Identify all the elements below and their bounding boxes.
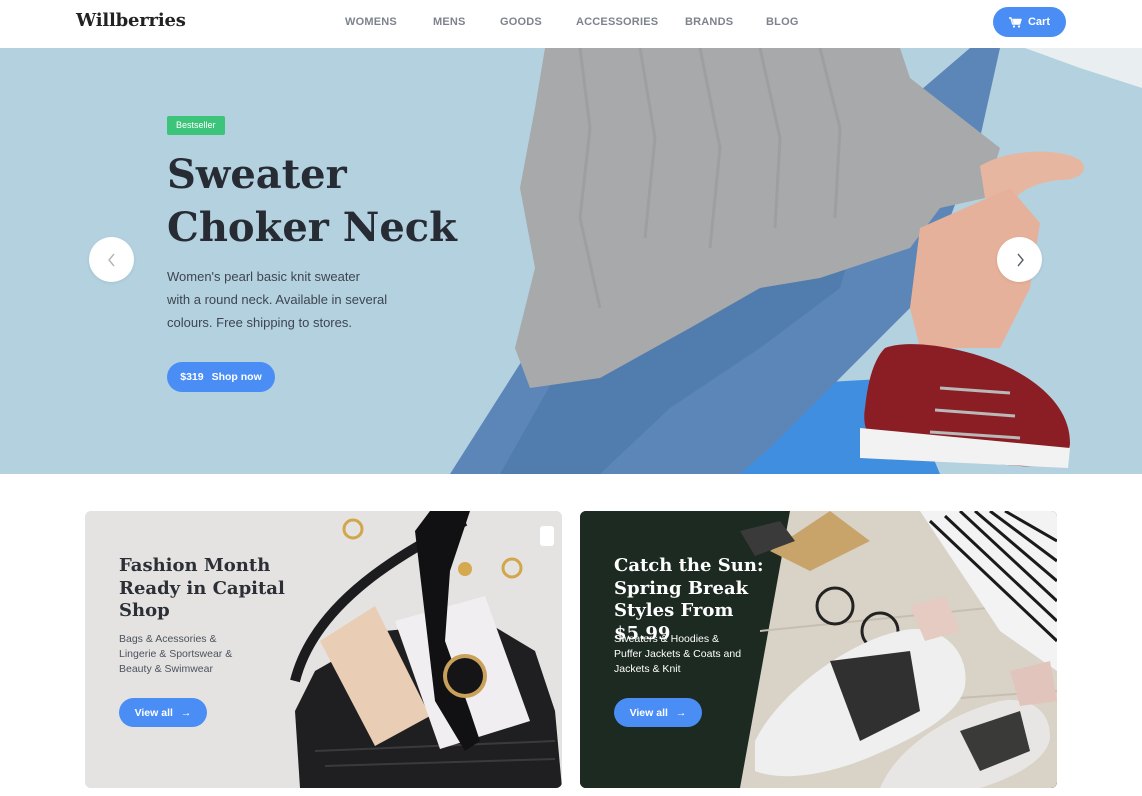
- bestseller-badge: Bestseller: [167, 116, 225, 135]
- cart-button[interactable]: Cart: [993, 7, 1066, 37]
- shop-now-button[interactable]: $319 Shop now: [167, 362, 275, 392]
- card-sub-line: Sweaters & Hoodies &: [614, 633, 720, 645]
- slider-prev-button[interactable]: [89, 237, 134, 282]
- price-label: $319: [180, 371, 204, 383]
- view-all-label: View all: [629, 706, 668, 719]
- main-nav: WOMENS MENS GOODS ACCESSORIES BRANDS BLO…: [0, 0, 1142, 48]
- promo-card-spring[interactable]: Catch the Sun: Spring Break Styles From …: [580, 511, 1057, 788]
- card-sub-line: Puffer Jackets & Coats and: [614, 648, 742, 660]
- nav-item-blog[interactable]: BLOG: [766, 16, 799, 28]
- cart-icon: [1008, 16, 1022, 28]
- hero-desc-line: with a round neck. Available in several: [167, 292, 388, 307]
- hero-description: Women's pearl basic knit sweater with a …: [167, 265, 407, 334]
- nav-item-mens[interactable]: MENS: [433, 16, 466, 28]
- card-subtitle: Sweaters & Hoodies & Puffer Jackets & Co…: [614, 632, 754, 677]
- card-title-line: Shop: [119, 600, 170, 621]
- view-all-label: View all: [134, 706, 173, 719]
- card-sub-line: Beauty & Swimwear: [119, 663, 213, 675]
- promo-card-fashion[interactable]: Fashion Month Ready in Capital Shop Bags…: [85, 511, 562, 788]
- card-title: Fashion Month Ready in Capital Shop: [119, 555, 299, 623]
- card-subtitle: Bags & Acessories & Lingerie & Sportswea…: [119, 632, 259, 677]
- site-header: Willberries WOMENS MENS GOODS ACCESSORIE…: [0, 0, 1142, 48]
- view-all-button[interactable]: View all →: [119, 698, 207, 727]
- view-all-button[interactable]: View all →: [614, 698, 702, 727]
- slider-next-button[interactable]: [997, 237, 1042, 282]
- hero-desc-line: Women's pearl basic knit sweater: [167, 269, 360, 284]
- hero-title: Sweater Choker Neck: [167, 148, 467, 254]
- arrow-right-icon: →: [180, 706, 192, 719]
- nav-item-accessories[interactable]: ACCESSORIES: [576, 16, 658, 28]
- hero-desc-line: colours. Free shipping to stores.: [167, 315, 352, 330]
- card-sub-line: Jackets & Knit: [614, 663, 681, 675]
- card-title-line: Ready in Capital: [119, 577, 285, 599]
- hero-title-line: Choker Neck: [167, 204, 457, 251]
- card-sub-line: Lingerie & Sportswear &: [119, 648, 233, 660]
- shop-now-label: Shop now: [211, 371, 262, 383]
- nav-item-brands[interactable]: BRANDS: [685, 16, 733, 28]
- card-title-line: Catch the Sun:: [614, 555, 764, 576]
- hero-title-line: Sweater: [167, 151, 347, 198]
- card-sub-line: Bags & Acessories &: [119, 633, 217, 645]
- nav-item-womens[interactable]: WOMENS: [345, 16, 397, 28]
- nav-item-goods[interactable]: GOODS: [500, 16, 542, 28]
- cart-label: Cart: [1027, 16, 1050, 28]
- card-title-line: Spring Break: [614, 577, 749, 599]
- chevron-left-icon: [107, 253, 115, 266]
- card-title-line: Fashion Month: [119, 555, 271, 576]
- chevron-right-icon: [1016, 253, 1024, 266]
- arrow-right-icon: →: [675, 706, 687, 719]
- hero-banner: Bestseller Sweater Choker Neck Women's p…: [0, 48, 1142, 474]
